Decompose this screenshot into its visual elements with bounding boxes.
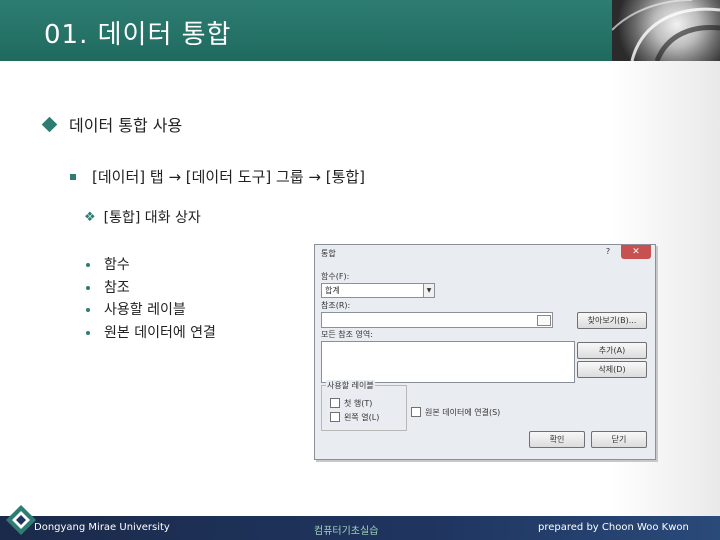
add-button[interactable]: 추가(A) (577, 342, 647, 359)
top-row-checkbox[interactable] (330, 398, 340, 408)
function-select[interactable]: 합계 ▼ (321, 283, 435, 298)
list-item: 참조 (86, 277, 216, 300)
link-source-label: 원본 데이터에 연결(S) (425, 408, 501, 417)
checkmark-bullet-icon: ❖ (84, 209, 96, 225)
logo-icon (6, 505, 36, 535)
range-picker-icon[interactable] (537, 315, 551, 326)
footer-course: 컴퓨터기초실습 (314, 526, 379, 537)
reference-input[interactable] (321, 312, 553, 328)
reference-label: 참조(R): (321, 301, 351, 310)
bullet-level1-text: 데이터 통합 사용 (69, 116, 183, 135)
list-item: 사용할 레이블 (86, 299, 216, 322)
square-bullet-icon (70, 173, 76, 180)
list-item: 원본 데이터에 연결 (86, 322, 216, 345)
ok-button[interactable]: 확인 (529, 431, 585, 448)
diamond-bullet-icon (41, 116, 58, 132)
link-source-checkbox[interactable] (411, 407, 421, 417)
dot-bullet-icon (86, 308, 90, 313)
list-item-text: 함수 (104, 257, 130, 273)
help-button[interactable]: ? (601, 247, 615, 259)
footer-author: prepared by Choon Woo Kwon (538, 522, 689, 533)
dot-bullet-icon (86, 285, 90, 290)
function-label: 함수(F): (321, 272, 350, 281)
close-icon[interactable]: ✕ (621, 245, 651, 259)
decorative-swirl-image (612, 0, 720, 61)
footer-university: Dongyang Mirae University (34, 522, 170, 533)
browse-button[interactable]: 찾아보기(B)... (577, 312, 647, 329)
dialog-title: 통합 (321, 249, 336, 258)
use-labels-group-label: 사용할 레이블 (326, 380, 375, 391)
bullet-level4-list: 함수 참조 사용할 레이블 원본 데이터에 연결 (86, 254, 216, 344)
delete-button[interactable]: 삭제(D) (577, 361, 647, 378)
list-item-text: 참조 (104, 279, 130, 296)
left-column-label: 왼쪽 열(L) (344, 413, 380, 422)
dropdown-arrow-icon[interactable]: ▼ (423, 284, 434, 297)
footer-bar: Dongyang Mirae University 컴퓨터기초실습 prepar… (0, 516, 720, 540)
all-references-list[interactable] (321, 341, 575, 383)
use-labels-group: 사용할 레이블 첫 행(T) 왼쪽 열(L) (321, 380, 407, 431)
bullet-level2-text: [데이터] 탭 → [데이터 도구] 그룹 → [통합] (92, 168, 366, 186)
bullet-level2: [데이터] 탭 → [데이터 도구] 그룹 → [통합] (70, 166, 365, 187)
consolidate-dialog: 통합 ? ✕ 함수(F): 합계 ▼ 참조(R): 찾아보기(B)... 모든 … (314, 244, 656, 460)
bullet-level3: ❖ [통합] 대화 상자 (84, 207, 201, 227)
all-references-label: 모든 참조 영역: (321, 330, 373, 339)
slide-title: 01. 데이터 통합 (44, 20, 232, 50)
left-column-checkbox[interactable] (330, 412, 340, 422)
bullet-level3-text: [통합] 대화 상자 (103, 210, 201, 226)
dialog-close-button[interactable]: 닫기 (591, 431, 647, 448)
list-item: 함수 (86, 254, 216, 277)
bullet-level1: 데이터 통합 사용 (41, 112, 183, 136)
dot-bullet-icon (86, 330, 90, 335)
dot-bullet-icon (86, 263, 90, 268)
top-row-label: 첫 행(T) (344, 399, 373, 408)
list-item-text: 원본 데이터에 연결 (104, 324, 216, 341)
function-value: 합계 (325, 286, 340, 295)
list-item-text: 사용할 레이블 (104, 302, 186, 318)
